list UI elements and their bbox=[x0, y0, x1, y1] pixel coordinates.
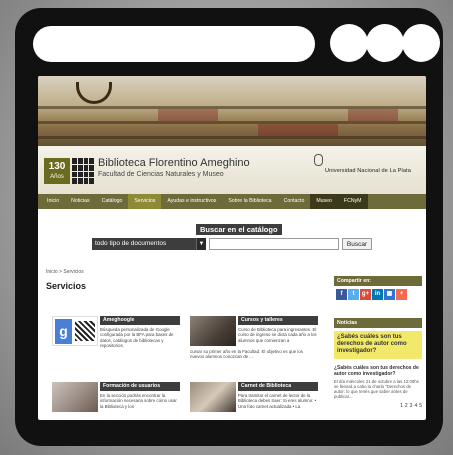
service-description-cont: cursar su primer año en la Facultad. El … bbox=[190, 349, 303, 360]
service-card-carnet[interactable]: Carnet de Biblioteca Para tramitar el ca… bbox=[190, 382, 318, 420]
service-description: Para tramitar el carnet de lector de la … bbox=[238, 393, 317, 409]
service-title[interactable]: Formación de usuarios bbox=[100, 382, 180, 391]
search-input[interactable] bbox=[209, 238, 339, 250]
page-link-3[interactable]: 3 bbox=[410, 403, 413, 409]
page-link-4[interactable]: 4 bbox=[414, 403, 417, 409]
university-name[interactable]: Universidad Nacional de La Plata bbox=[325, 168, 411, 174]
page-link-2[interactable]: 2 bbox=[405, 403, 408, 409]
window-dot-1[interactable] bbox=[330, 24, 368, 62]
news-title[interactable]: ¿Sabés cuáles son tus derechos de autor … bbox=[334, 365, 422, 377]
bookshelves-graphic bbox=[38, 106, 426, 139]
window-dot-3[interactable] bbox=[402, 24, 440, 62]
nav-noticias[interactable]: Noticias bbox=[65, 194, 95, 209]
breadcrumb[interactable]: Inicio > Servicios bbox=[46, 269, 84, 275]
chevron-down-icon[interactable]: ▼ bbox=[196, 238, 206, 250]
nav-sobre[interactable]: Sobre la Biblioteca bbox=[222, 194, 277, 209]
ameghoogle-thumbnail[interactable]: g bbox=[52, 316, 98, 346]
nav-ayudas[interactable]: Ayudas e instructivos bbox=[161, 194, 222, 209]
site-title[interactable]: Biblioteca Florentino Ameghino bbox=[98, 157, 250, 169]
nav-inicio[interactable]: Inicio bbox=[41, 194, 65, 209]
anniversary-number: 130 bbox=[48, 161, 66, 172]
twitter-icon[interactable]: t bbox=[348, 289, 359, 300]
anniversary-word: Años bbox=[50, 174, 64, 180]
share-icons: f t g+ in ▦ + bbox=[334, 289, 422, 300]
library-banner-image bbox=[38, 76, 426, 149]
addthis-icon[interactable]: + bbox=[396, 289, 407, 300]
page-link-5[interactable]: 5 bbox=[419, 403, 422, 409]
google-icon: g bbox=[55, 319, 72, 344]
window-dot-2[interactable] bbox=[366, 24, 404, 62]
page-link-1[interactable]: 1 bbox=[400, 403, 403, 409]
anniversary-logo[interactable]: 130 Años bbox=[44, 158, 70, 184]
service-description: Curso de Biblioteca para ingresantes. El… bbox=[238, 327, 317, 343]
service-description: En la sección podrás encontrar la inform… bbox=[100, 393, 177, 409]
news-heading: Noticias bbox=[334, 318, 422, 328]
formacion-thumbnail[interactable] bbox=[52, 382, 98, 412]
page-title: Servicios bbox=[46, 281, 87, 291]
service-title[interactable]: Carnet de Biblioteca bbox=[238, 382, 318, 391]
library-logo-icon[interactable] bbox=[72, 158, 94, 184]
document-type-select[interactable]: todo tipo de documentos bbox=[92, 238, 196, 250]
sidebar: Compartir en: f t g+ in ▦ + Noticias ¿Sabés c… bbox=[334, 276, 422, 409]
title-bar-pill bbox=[33, 26, 315, 62]
service-title[interactable]: Cursos y talleres bbox=[238, 316, 318, 325]
linkedin-icon[interactable]: in bbox=[372, 289, 383, 300]
nav-servicios[interactable]: Servicios bbox=[128, 194, 162, 209]
featured-news[interactable]: ¿Sabés cuáles son tus derechos de autor … bbox=[334, 331, 422, 359]
nav-fcnym[interactable]: FCNyM bbox=[337, 194, 368, 209]
cursos-thumbnail[interactable] bbox=[190, 316, 236, 346]
site-subtitle: Facultad de Ciencias Naturales y Museo bbox=[98, 171, 224, 178]
news-pager: 12345 bbox=[334, 403, 422, 409]
qr-code-icon bbox=[75, 321, 95, 341]
nav-museo[interactable]: Museo bbox=[310, 194, 338, 209]
unlp-seal-icon[interactable] bbox=[314, 154, 323, 166]
service-card-formacion[interactable]: Formación de usuarios En la sección podr… bbox=[52, 382, 180, 420]
carnet-thumbnail[interactable] bbox=[190, 382, 236, 412]
share-heading: Compartir en: bbox=[334, 276, 422, 286]
googleplus-icon[interactable]: g+ bbox=[360, 289, 371, 300]
facebook-icon[interactable]: f bbox=[336, 289, 347, 300]
main-nav: Inicio Noticias Catálogo Servicios Ayuda… bbox=[38, 194, 426, 209]
service-card-ameghoogle[interactable]: g Ameghoogle Búsqueda personalizada de G… bbox=[52, 316, 180, 364]
service-description: Búsqueda personalizada de Google configu… bbox=[100, 327, 174, 349]
delicious-icon[interactable]: ▦ bbox=[384, 289, 395, 300]
search-button[interactable]: Buscar bbox=[342, 238, 372, 250]
nav-catalogo[interactable]: Catálogo bbox=[96, 194, 129, 209]
browser-screen: 130 Años Biblioteca Florentino Ameghino … bbox=[38, 76, 426, 420]
service-title[interactable]: Ameghoogle bbox=[100, 316, 180, 325]
service-card-cursos[interactable]: Cursos y talleres Curso de Biblioteca pa… bbox=[190, 316, 318, 364]
news-body: El día miércoles 21 de octubre a las 12:… bbox=[334, 378, 419, 400]
nav-contacto[interactable]: Contacto bbox=[278, 194, 311, 209]
search-heading: Buscar en el catálogo bbox=[196, 224, 282, 235]
